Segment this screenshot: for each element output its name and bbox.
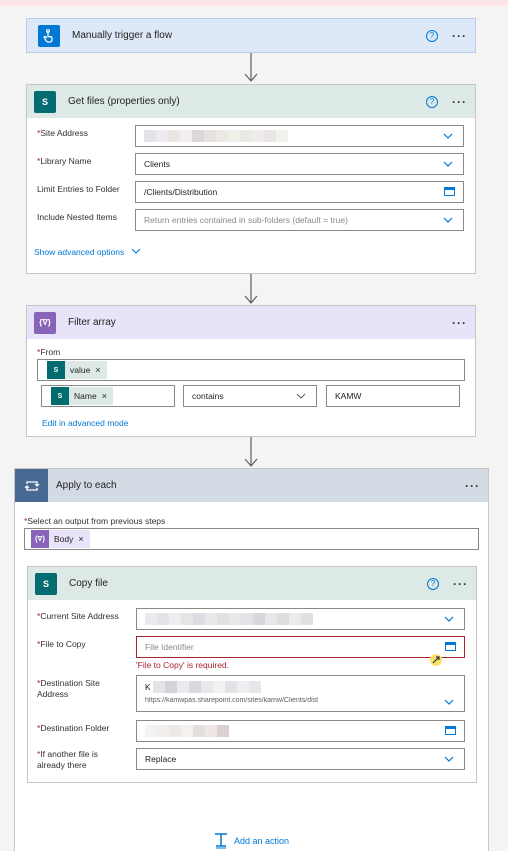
from-label: *From xyxy=(37,347,61,357)
dest-site-dropdown[interactable]: K https://kamwpas.sharepoint.com/sites/k… xyxy=(136,675,465,712)
add-action-icon xyxy=(215,833,227,849)
more-options-icon[interactable]: ··· xyxy=(452,317,467,329)
filter-array-card[interactable]: {∇} Filter array ··· *From S value × S Na… xyxy=(26,305,476,437)
show-advanced-options-link[interactable]: Show advanced options xyxy=(34,247,141,257)
help-icon[interactable]: ? xyxy=(426,29,438,42)
chevron-down-icon[interactable] xyxy=(444,754,454,764)
dest-site-value-prefix: K xyxy=(145,682,151,692)
folder-picker-icon[interactable] xyxy=(445,726,456,735)
trigger-card[interactable]: Manually trigger a flow ? ··· xyxy=(26,18,476,53)
site-address-dropdown[interactable] xyxy=(135,125,464,147)
limit-folder-label: Limit Entries to Folder xyxy=(37,184,120,194)
chevron-down-icon xyxy=(131,248,141,254)
file-to-copy-input[interactable]: File Identifier xyxy=(136,636,465,658)
limit-folder-value: /Clients/Distribution xyxy=(144,187,218,197)
chevron-down-icon[interactable] xyxy=(443,159,453,169)
folder-picker-icon[interactable] xyxy=(445,642,456,651)
connector-arrow xyxy=(244,437,258,467)
nested-items-dropdown[interactable]: Return entries contained in sub-folders … xyxy=(135,209,464,231)
trigger-title: Manually trigger a flow xyxy=(72,30,173,41)
operator-value: contains xyxy=(192,391,224,401)
dest-folder-input[interactable] xyxy=(136,720,465,742)
chevron-down-icon[interactable] xyxy=(443,215,453,225)
from-input[interactable]: S value × xyxy=(37,359,465,381)
sharepoint-icon: S xyxy=(51,387,69,405)
select-output-input[interactable]: {∇} Body × xyxy=(24,528,479,550)
nested-items-placeholder: Return entries contained in sub-folders … xyxy=(144,215,348,225)
filter-operator-dropdown[interactable]: contains xyxy=(183,385,317,407)
redacted-value xyxy=(145,725,229,737)
if-exists-dropdown[interactable]: Replace xyxy=(136,748,465,770)
value-token[interactable]: S value × xyxy=(47,361,107,379)
name-token[interactable]: S Name × xyxy=(51,387,113,405)
sharepoint-icon: S xyxy=(35,572,57,595)
help-icon[interactable]: ? xyxy=(427,577,439,590)
file-to-copy-label: *File to Copy xyxy=(37,639,86,649)
remove-token-icon[interactable]: × xyxy=(95,365,100,375)
top-error-bar xyxy=(0,0,508,6)
apply-to-each-title: Apply to each xyxy=(56,480,117,491)
filter-array-title: Filter array xyxy=(68,317,116,328)
get-files-title: Get files (properties only) xyxy=(68,96,180,107)
body-token[interactable]: {∇} Body × xyxy=(31,530,90,548)
chevron-down-icon[interactable] xyxy=(444,614,454,624)
library-name-value: Clients xyxy=(144,159,170,169)
cursor-icon xyxy=(430,654,442,666)
current-site-label: *Current Site Address xyxy=(37,611,119,621)
more-options-icon[interactable]: ··· xyxy=(452,96,467,108)
if-exists-value: Replace xyxy=(145,754,177,764)
chevron-down-icon[interactable] xyxy=(443,131,453,141)
chevron-down-icon[interactable] xyxy=(444,697,454,707)
current-site-dropdown[interactable] xyxy=(136,608,465,630)
library-name-dropdown[interactable]: Clients xyxy=(135,153,464,175)
filter-icon: {∇} xyxy=(31,530,49,548)
more-options-icon[interactable]: ··· xyxy=(452,30,467,42)
connector-arrow xyxy=(244,274,258,304)
filter-left-operand[interactable]: S Name × xyxy=(41,385,175,407)
hand-touch-icon xyxy=(38,24,60,47)
nested-items-label: Include Nested Items xyxy=(37,212,117,222)
right-operand-value: KAMW xyxy=(335,391,362,401)
limit-folder-input[interactable]: /Clients/Distribution xyxy=(135,181,464,203)
apply-to-each-card[interactable]: Apply to each ··· *Select an output from… xyxy=(14,468,489,851)
more-options-icon[interactable]: ··· xyxy=(453,578,468,590)
get-files-card[interactable]: S Get files (properties only) ? ··· *Sit… xyxy=(26,84,476,274)
dest-site-label: *Destination Site Address xyxy=(37,678,100,699)
folder-picker-icon[interactable] xyxy=(444,187,455,196)
edit-advanced-mode-link[interactable]: Edit in advanced mode xyxy=(42,418,128,428)
chevron-down-icon[interactable] xyxy=(296,391,306,401)
filter-icon: {∇} xyxy=(34,311,56,334)
copy-file-card[interactable]: S Copy file ? ··· *Current Site Address … xyxy=(27,566,477,783)
dest-site-value-line2: https://kamwpas.sharepoint.com/sites/kam… xyxy=(145,697,319,704)
select-output-label: *Select an output from previous steps xyxy=(24,516,166,526)
loop-icon xyxy=(15,469,48,502)
sharepoint-icon: S xyxy=(34,90,56,113)
redacted-value xyxy=(145,613,313,625)
file-to-copy-placeholder: File Identifier xyxy=(145,642,194,652)
dest-folder-label: *Destination Folder xyxy=(37,723,110,733)
filter-right-operand[interactable]: KAMW xyxy=(326,385,460,407)
if-exists-label: *If another file is already there xyxy=(37,749,98,770)
redacted-value xyxy=(152,681,261,693)
remove-token-icon[interactable]: × xyxy=(78,534,83,544)
help-icon[interactable]: ? xyxy=(426,95,438,108)
add-action-button[interactable]: Add an action xyxy=(213,833,289,849)
connector-arrow xyxy=(244,53,258,82)
remove-token-icon[interactable]: × xyxy=(102,391,107,401)
more-options-icon[interactable]: ··· xyxy=(465,480,480,492)
file-to-copy-error: 'File to Copy' is required. xyxy=(136,660,230,670)
library-name-label: *Library Name xyxy=(37,156,92,166)
redacted-value xyxy=(144,130,288,142)
sharepoint-icon: S xyxy=(47,361,65,379)
add-action-label: Add an action xyxy=(234,836,290,846)
site-address-label: *Site Address xyxy=(37,128,89,138)
copy-file-title: Copy file xyxy=(69,578,108,589)
